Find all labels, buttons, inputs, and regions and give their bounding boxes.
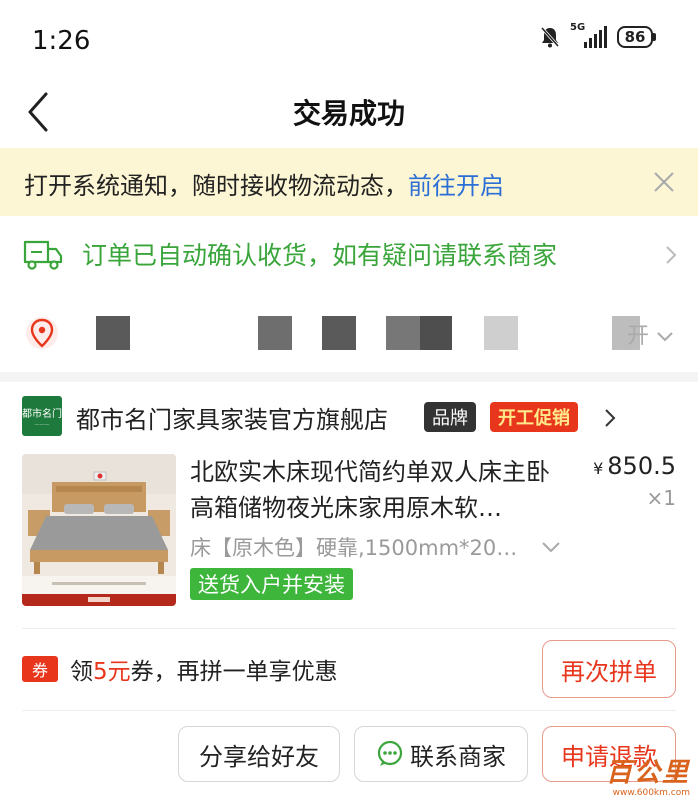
coupon-text-after: 券，再拼一单享优惠 [130,659,338,685]
product-price: ¥850.5 [593,452,676,480]
signal-icon: 5G [570,22,607,48]
status-icons: 5G 86 [540,22,656,48]
watermark: 百公里 www.600km.com [558,750,698,800]
product-quantity: ×1 [646,486,676,510]
address-redacted [386,316,420,350]
chevron-down-icon[interactable] [540,540,562,554]
close-icon[interactable] [652,170,676,194]
battery-icon: 86 [617,26,656,48]
delivery-status-row[interactable]: 订单已自动确认收货，如有疑问请联系商家 [0,216,698,292]
coupon-text: 领5元券，再拼一单享优惠 [70,652,338,686]
coupon-icon: 券 [22,656,58,682]
network-type: 5G [570,22,586,33]
coupon-amount: 5元 [93,659,131,685]
battery-level: 86 [617,26,653,48]
contact-seller-button[interactable]: 联系商家 [354,726,528,782]
coupon-row: 券 领5元券，再拼一单享优惠 再次拼单 [0,628,698,708]
product-spec[interactable]: 床【原木色】硬靠,1500mm*20… [190,532,530,562]
price-value: 850.5 [607,452,676,480]
truck-icon [23,240,63,270]
currency-symbol: ¥ [593,459,604,478]
promo-badge: 开工促销 [490,402,578,432]
notification-text: 打开系统通知，随时接收物流动态，前往开启 [24,166,504,201]
share-button[interactable]: 分享给好友 [178,726,340,782]
address-redacted [420,316,452,350]
chat-icon [377,740,403,766]
contact-seller-label: 联系商家 [410,742,506,771]
address-redacted [96,316,130,350]
page-title: 交易成功 [292,97,405,130]
address-redacted [258,316,292,350]
nav-bar: 交易成功 [0,78,698,148]
shop-name: 都市名门家具家装官方旗舰店 [76,406,388,434]
coupon-text-before: 领 [70,659,93,685]
section-gap [0,372,698,382]
address-row[interactable]: 开 [0,292,698,372]
divider [22,710,676,711]
mute-notification-icon [540,27,560,48]
chevron-right-icon [605,409,616,427]
product-title[interactable]: 北欧实木床现代简约单双人床主卧高箱储物夜光床家用原木软… [190,454,560,526]
watermark-text: 百公里 [605,758,690,788]
address-expand[interactable]: 开 [627,318,674,350]
product-image[interactable] [22,454,176,606]
status-time: 1:26 [32,26,91,56]
rebuy-button[interactable]: 再次拼单 [542,640,676,698]
shop-logo-text: 都市名门 [22,408,62,420]
notification-message: 打开系统通知，随时接收物流动态， [24,172,408,200]
bed-illustration [22,454,176,606]
chevron-down-icon [657,332,673,342]
enable-notifications-link[interactable]: 前往开启 [408,172,504,200]
shop-row[interactable]: 都市名门 ——— 都市名门家具家装官方旗舰店 品牌 开工促销 [0,382,698,446]
product-item[interactable]: 北欧实木床现代简约单双人床主卧高箱储物夜光床家用原木软… ¥850.5 ×1 床… [0,446,698,616]
watermark-url: www.600km.com [612,788,690,798]
chevron-right-icon [666,246,677,264]
delivery-status-text: 订单已自动确认收货，如有疑问请联系商家 [82,241,558,270]
status-bar: 1:26 5G 86 [0,0,698,78]
notification-banner: 打开系统通知，随时接收物流动态，前往开启 [0,148,698,216]
install-service-tag: 送货入户并安装 [190,568,353,600]
address-tail-text: 开 [626,324,649,349]
shop-logo: 都市名门 ——— [22,396,62,436]
address-redacted [322,316,356,350]
address-redacted [484,316,518,350]
location-pin-icon [26,317,58,349]
brand-badge: 品牌 [424,402,476,432]
